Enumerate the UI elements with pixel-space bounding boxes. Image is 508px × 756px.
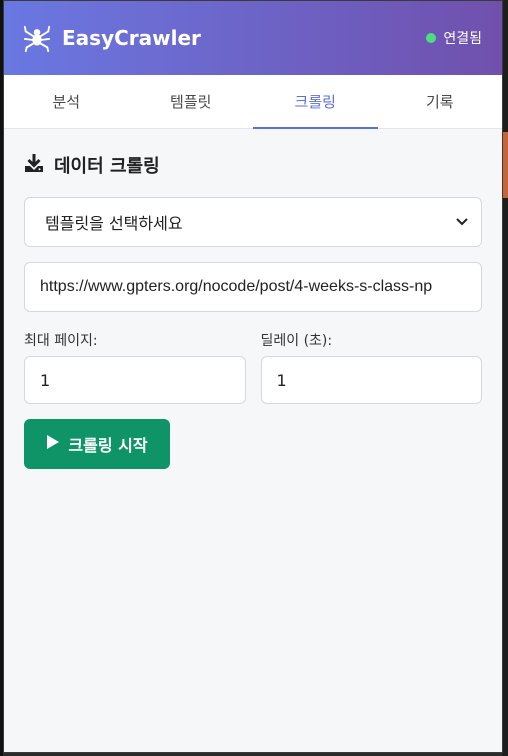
url-input[interactable]: https://www.gpters.org/nocode/post/4-wee… bbox=[24, 262, 482, 312]
tab-bar: 분석 템플릿 크롤링 기록 bbox=[4, 75, 502, 129]
delay-input[interactable]: 1 bbox=[260, 356, 482, 404]
max-pages-label: 최대 페이지: bbox=[24, 333, 98, 349]
tab-analysis[interactable]: 분석 bbox=[4, 75, 129, 128]
crawl-options: 최대 페이지: 1 딜레이 (초): 1 bbox=[24, 330, 482, 404]
extension-popup: EasyCrawler 연결됨 분석 템플릿 크롤링 기록 데이터 크롤링 템플… bbox=[3, 0, 503, 753]
delay-label: 딜레이 (초): bbox=[260, 333, 333, 349]
section-title: 데이터 크롤링 bbox=[24, 151, 482, 179]
status-dot-icon bbox=[426, 33, 437, 43]
tab-history[interactable]: 기록 bbox=[378, 75, 503, 128]
start-crawl-label: 크롤링 시작 bbox=[68, 436, 148, 455]
status-text: 연결됨 bbox=[443, 31, 482, 47]
template-select-value: 템플릿을 선택하세요 bbox=[45, 214, 183, 233]
section-title-text: 데이터 크롤링 bbox=[54, 156, 160, 177]
header: EasyCrawler 연결됨 bbox=[4, 1, 502, 75]
brand: EasyCrawler bbox=[22, 23, 201, 53]
app-title: EasyCrawler bbox=[62, 26, 201, 50]
max-pages-input[interactable]: 1 bbox=[24, 356, 246, 404]
tab-templates[interactable]: 템플릿 bbox=[129, 75, 254, 128]
play-icon bbox=[46, 434, 60, 454]
spider-icon bbox=[22, 23, 52, 53]
crawl-panel: 데이터 크롤링 템플릿을 선택하세요 https://www.gpters.or… bbox=[4, 129, 502, 469]
delay-field: 딜레이 (초): 1 bbox=[260, 330, 482, 404]
tab-crawling[interactable]: 크롤링 bbox=[253, 75, 378, 129]
chevron-down-icon bbox=[455, 213, 469, 232]
start-crawl-button[interactable]: 크롤링 시작 bbox=[24, 419, 170, 469]
download-icon bbox=[24, 153, 44, 178]
template-select[interactable]: 템플릿을 선택하세요 bbox=[24, 197, 482, 247]
max-pages-field: 최대 페이지: 1 bbox=[24, 330, 246, 404]
connection-status: 연결됨 bbox=[426, 28, 482, 48]
